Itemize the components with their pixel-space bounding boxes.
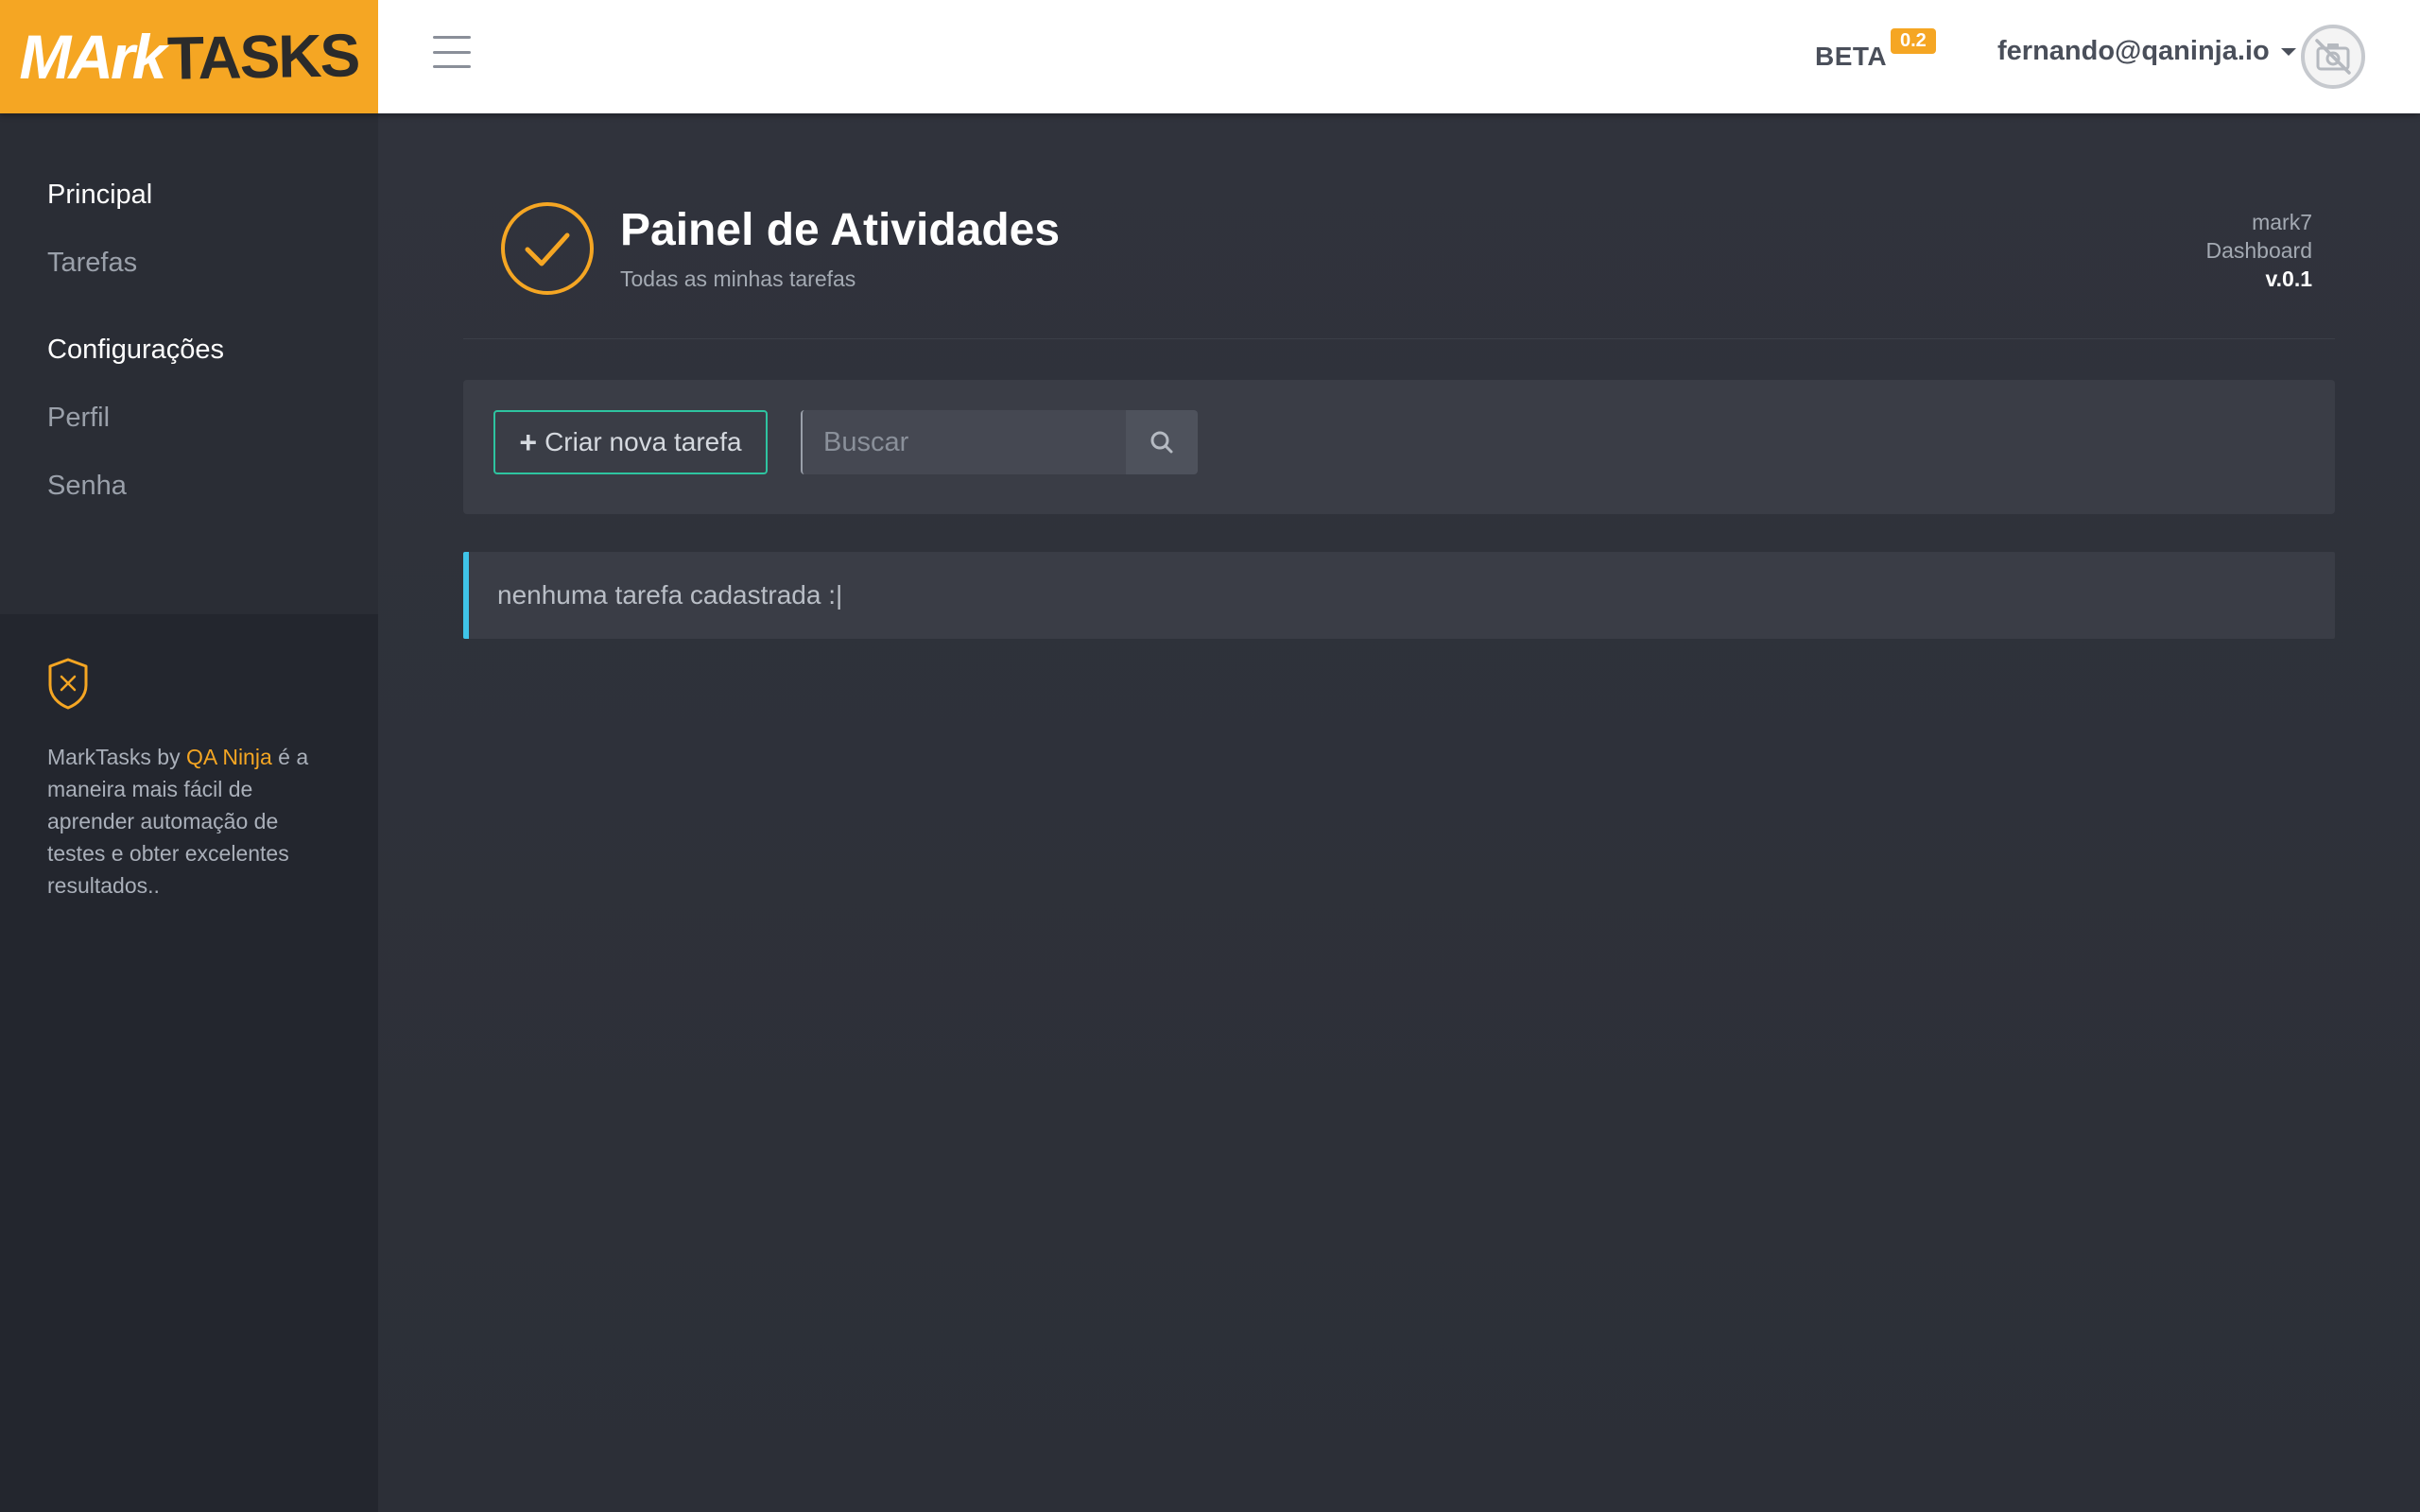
info-text-before: MarkTasks by <box>47 745 186 769</box>
beta-label: BETA <box>1815 42 1888 71</box>
sidebar-info-text: MarkTasks by QA Ninja é a maneira mais f… <box>47 741 331 902</box>
sidebar-heading-configuracoes: Configurações <box>47 335 224 365</box>
search-button[interactable] <box>1126 410 1198 474</box>
sidebar-nav: Principal Tarefas Configurações Perfil S… <box>0 113 378 614</box>
avatar[interactable] <box>2301 25 2365 89</box>
version-number: v.0.1 <box>2265 266 2312 291</box>
new-task-label: Criar nova tarefa <box>544 427 742 456</box>
caret-down-icon <box>2280 47 2296 56</box>
sidebar-item-perfil[interactable]: Perfil <box>47 403 110 434</box>
page-subtitle: Todas as minhas tarefas <box>620 266 856 291</box>
search-group <box>801 410 1198 474</box>
search-input[interactable] <box>801 410 1126 474</box>
empty-tasks-alert: nenhuma tarefa cadastrada :| <box>463 552 2335 639</box>
logo[interactable]: MArk TASKS <box>0 0 378 113</box>
no-camera-icon <box>2315 39 2351 75</box>
logo-text-tasks: TASKS <box>166 21 360 93</box>
shield-x-icon <box>48 658 88 710</box>
task-toolbar: + Criar nova tarefa <box>463 380 2335 514</box>
plus-icon: + <box>519 424 538 459</box>
version-app: mark7 <box>2252 210 2312 234</box>
version-section: Dashboard <box>2205 238 2312 263</box>
qa-ninja-link[interactable]: QA Ninja <box>186 745 272 769</box>
page-title: Painel de Atividades <box>620 205 1061 255</box>
logo-text-mark: MArk <box>19 22 166 92</box>
search-icon <box>1150 431 1173 454</box>
new-task-button[interactable]: + Criar nova tarefa <box>493 410 768 474</box>
sidebar-info: MarkTasks by QA Ninja é a maneira mais f… <box>47 657 331 902</box>
version-info: mark7 Dashboard v.0.1 <box>2205 208 2312 293</box>
user-menu-dropdown[interactable]: fernando@qaninja.io <box>1997 36 2296 67</box>
check-circle-icon <box>501 202 594 295</box>
menu-toggle-icon[interactable] <box>433 36 471 68</box>
beta-version-badge: 0.2 <box>1891 28 1936 54</box>
user-email: fernando@qaninja.io <box>1997 36 2270 66</box>
main-content: Painel de Atividades Todas as minhas tar… <box>378 113 2420 1512</box>
header-divider <box>463 338 2335 339</box>
sidebar-item-tarefas[interactable]: Tarefas <box>47 248 137 279</box>
sidebar-heading-principal: Principal <box>47 180 153 210</box>
sidebar: Principal Tarefas Configurações Perfil S… <box>0 113 378 1512</box>
top-header: MArk TASKS BETA 0.2 fernando@qaninja.io <box>0 0 2420 113</box>
sidebar-item-senha[interactable]: Senha <box>47 471 127 502</box>
